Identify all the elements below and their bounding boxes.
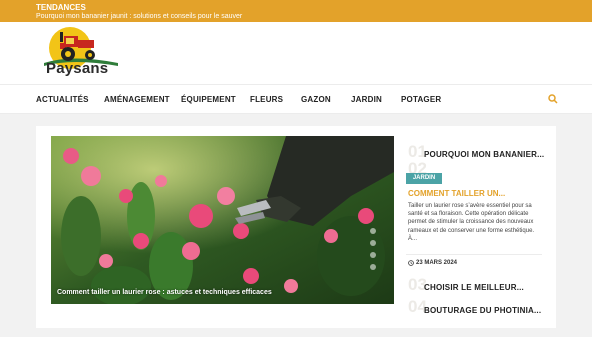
- slider-dot[interactable]: [370, 240, 376, 246]
- site-header: Paysans: [0, 22, 592, 84]
- search-icon[interactable]: [548, 94, 558, 104]
- nav-item-equipement[interactable]: ÉQUIPEMENT: [181, 95, 236, 104]
- trending-bar: TENDANCES Pourquoi mon bananier jaunit :…: [0, 0, 592, 22]
- slider-dots: [370, 228, 378, 276]
- divider: [406, 254, 542, 255]
- category-badge[interactable]: JARDIN: [406, 173, 442, 184]
- nav-item-gazon[interactable]: GAZON: [301, 95, 331, 104]
- article-excerpt: Tailler un laurier rose s’avère essentie…: [408, 203, 535, 242]
- list-item-title[interactable]: CHOISIR LE MEILLEUR...: [424, 283, 524, 292]
- nav-item-jardin[interactable]: JARDIN: [351, 95, 382, 104]
- nav-item-actualites[interactable]: ACTUALITÉS: [36, 95, 89, 104]
- nav-item-amenagement[interactable]: AMÉNAGEMENT: [104, 95, 170, 104]
- slider-dot[interactable]: [370, 252, 376, 258]
- main-nav: ACTUALITÉS AMÉNAGEMENT ÉQUIPEMENT FLEURS…: [0, 84, 592, 114]
- brand-name[interactable]: Paysans: [46, 60, 108, 77]
- list-item-title[interactable]: BOUTURAGE DU PHOTINIA...: [424, 306, 541, 315]
- pruning-flowers-image: [51, 136, 394, 304]
- featured-article-image[interactable]: Comment tailler un laurier rose : astuce…: [51, 136, 394, 304]
- list-item-title[interactable]: POURQUOI MON BANANIER...: [424, 150, 544, 159]
- nav-item-fleurs[interactable]: FLEURS: [250, 95, 283, 104]
- hero-caption[interactable]: Comment tailler un laurier rose : astuce…: [57, 289, 272, 296]
- slider-dot[interactable]: [370, 264, 376, 270]
- trending-label: TENDANCES: [36, 3, 86, 12]
- trending-link[interactable]: Pourquoi mon bananier jaunit : solutions…: [36, 13, 242, 20]
- nav-item-potager[interactable]: POTAGER: [401, 95, 441, 104]
- article-date: 23 MARS 2024: [416, 260, 458, 266]
- clock-icon: [408, 260, 414, 266]
- list-item-title-active[interactable]: COMMENT TAILLER UN...: [408, 189, 505, 198]
- slider-dot[interactable]: [370, 228, 376, 234]
